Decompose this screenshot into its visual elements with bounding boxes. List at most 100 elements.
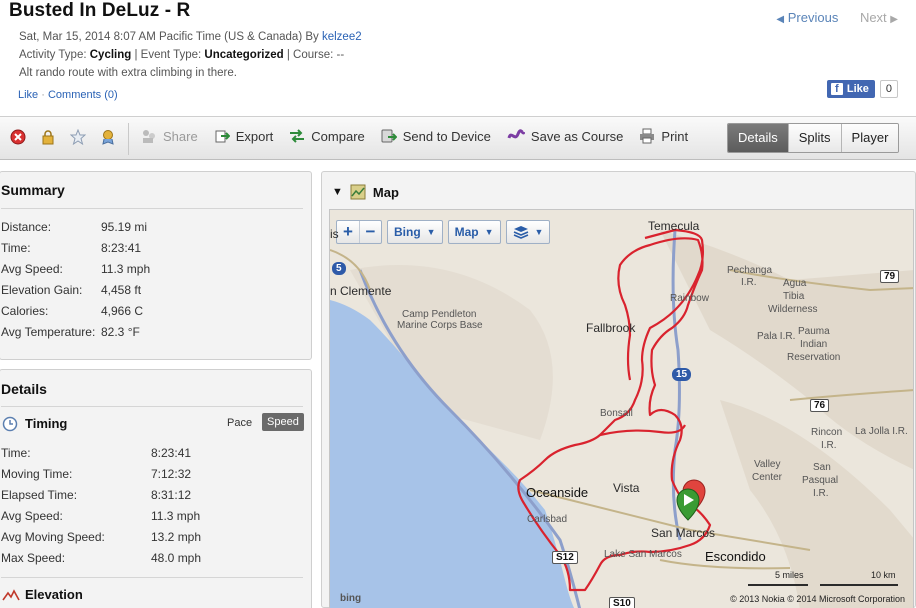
date-line: Sat, Mar 15, 2014 8:07 AM Pacific Time (… bbox=[19, 31, 362, 43]
previous-link[interactable]: ◀ Previous bbox=[776, 10, 842, 25]
summary-row: Calories: 4,966 C bbox=[0, 300, 311, 321]
share-icon bbox=[143, 130, 155, 143]
map-icon bbox=[350, 184, 366, 200]
map-type-dropdown[interactable]: Map ▼ bbox=[447, 220, 501, 244]
summary-value: 95.19 mi bbox=[101, 220, 148, 234]
map-label: Bonsall bbox=[600, 408, 633, 419]
summary-panel: Summary Distance: 95.19 mi Time: 8:23:41 A… bbox=[0, 171, 312, 360]
map-label: Oceanside bbox=[526, 485, 589, 500]
date-text: Sat, Mar 15, 2014 8:07 AM Pacific Time (… bbox=[19, 31, 319, 43]
map-label: Lake San Marcos bbox=[604, 549, 682, 560]
layers-icon bbox=[513, 226, 528, 239]
comments-link[interactable]: Comments (0) bbox=[48, 89, 118, 101]
zoom-control: + − bbox=[336, 220, 382, 244]
speed-toggle[interactable]: Speed bbox=[262, 413, 304, 431]
delete-icon[interactable] bbox=[10, 129, 26, 145]
facebook-like-button[interactable]: f Like bbox=[826, 80, 875, 98]
zoom-in-button[interactable]: + bbox=[337, 221, 359, 243]
tab-splits[interactable]: Splits bbox=[787, 124, 841, 152]
map-label: Marine Corps Base bbox=[397, 320, 483, 331]
send-to-device-button[interactable]: Send to Device bbox=[381, 128, 491, 144]
summary-title: Summary bbox=[1, 182, 65, 198]
summary-row: Distance: 95.19 mi bbox=[0, 216, 311, 237]
social-links: Like · Comments (0) bbox=[18, 89, 118, 101]
timing-row: Max Speed: 48.0 mph bbox=[0, 547, 311, 568]
tab-player[interactable]: Player bbox=[840, 124, 899, 152]
elevation-header: Elevation bbox=[0, 578, 311, 608]
timing-row: Avg Speed: 11.3 mph bbox=[0, 505, 311, 526]
star-icon[interactable] bbox=[70, 129, 86, 145]
scale-miles: 5 miles bbox=[775, 570, 804, 580]
author-link[interactable]: kelzee2 bbox=[322, 31, 362, 43]
event-type-value[interactable]: Uncategorized bbox=[204, 49, 283, 61]
map-label: Rincon bbox=[811, 427, 843, 438]
map-controls: + − Bing ▼ Map ▼ ▼ bbox=[336, 220, 551, 244]
collapse-triangle-icon[interactable]: ▼ bbox=[332, 186, 343, 198]
summary-value: 4,458 ft bbox=[101, 283, 142, 297]
toolbar-divider bbox=[128, 123, 129, 155]
export-label: Export bbox=[235, 128, 274, 144]
page-title: Busted In DeLuz - R bbox=[9, 0, 191, 21]
map-label: Fallbrook bbox=[586, 321, 636, 335]
map-label: Camp Pendleton bbox=[402, 309, 477, 320]
clock-icon bbox=[2, 416, 18, 432]
summary-label: Avg Temperature: bbox=[1, 325, 96, 339]
print-label: Print bbox=[661, 128, 689, 144]
activity-type-label: Activity Type: bbox=[19, 49, 87, 61]
timing-label: Max Speed: bbox=[1, 551, 66, 565]
export-button[interactable]: Export bbox=[214, 128, 274, 144]
timing-value: 8:23:41 bbox=[151, 446, 192, 460]
timing-value: 48.0 mph bbox=[151, 551, 202, 565]
badge-icon[interactable] bbox=[100, 129, 116, 145]
map-label: San bbox=[813, 462, 831, 473]
map-label: Temecula bbox=[648, 219, 700, 233]
timing-row: Elapsed Time: 8:31:12 bbox=[0, 484, 311, 505]
elevation-title: Elevation bbox=[25, 587, 83, 602]
print-icon bbox=[640, 128, 655, 144]
map-label: Reservation bbox=[787, 352, 841, 363]
chevron-down-icon: ▼ bbox=[426, 227, 436, 237]
map-copyright: © 2013 Nokia © 2014 Microsoft Corporatio… bbox=[730, 594, 905, 604]
map-label: Pauma bbox=[798, 326, 830, 337]
description: Alt rando route with extra climbing in t… bbox=[19, 67, 237, 79]
interstate-shield: 5 bbox=[332, 262, 346, 275]
timing-row: Avg Moving Speed: 13.2 mph bbox=[0, 526, 311, 547]
timing-label: Avg Speed: bbox=[1, 509, 63, 523]
map-label: San Marcos bbox=[651, 526, 716, 540]
map-label: Escondido bbox=[705, 549, 766, 564]
activity-header: Busted In DeLuz - R Sat, Mar 15, 2014 8:… bbox=[0, 0, 916, 112]
lock-icon[interactable] bbox=[40, 129, 56, 145]
summary-value: 4,966 C bbox=[101, 304, 144, 318]
map-label: Vista bbox=[613, 481, 640, 495]
map-source-dropdown[interactable]: Bing ▼ bbox=[387, 220, 443, 244]
timing-value: 13.2 mph bbox=[151, 530, 202, 544]
tab-details[interactable]: Details bbox=[728, 124, 788, 152]
timing-value: 7:12:32 bbox=[151, 467, 192, 481]
activity-type-value[interactable]: Cycling bbox=[90, 49, 132, 61]
next-link[interactable]: Next ▶ bbox=[860, 10, 898, 25]
map-label: Center bbox=[752, 472, 783, 483]
share-button[interactable]: Share bbox=[141, 128, 198, 144]
map-label: Indian bbox=[800, 339, 828, 350]
timing-value: 11.3 mph bbox=[151, 509, 201, 523]
zoom-out-button[interactable]: − bbox=[359, 221, 381, 243]
timing-label: Elapsed Time: bbox=[1, 488, 78, 502]
map-label: Pala I.R. bbox=[757, 331, 796, 342]
save-as-course-button[interactable]: Save as Course bbox=[507, 128, 623, 144]
map-label: Pasqual bbox=[802, 475, 839, 486]
print-button[interactable]: Print bbox=[639, 128, 688, 144]
compare-button[interactable]: Compare bbox=[289, 128, 365, 144]
course-label: | Course: -- bbox=[286, 49, 345, 61]
like-link[interactable]: Like bbox=[18, 89, 38, 101]
summary-value: 8:23:41 bbox=[101, 241, 142, 255]
route-map[interactable]: + − Bing ▼ Map ▼ ▼ is Temecula n Clement… bbox=[329, 209, 914, 608]
map-label: Rainbow bbox=[670, 293, 709, 304]
facebook-like-count: 0 bbox=[879, 80, 898, 98]
pace-toggle[interactable]: Pace bbox=[227, 417, 252, 429]
map-header: ▼ Map bbox=[332, 184, 399, 200]
summary-value: 82.3 °F bbox=[101, 325, 140, 339]
activity-type-line: Activity Type: Cycling | Event Type: Unc… bbox=[19, 49, 344, 61]
summary-label: Time: bbox=[1, 241, 31, 255]
map-layers-dropdown[interactable]: ▼ bbox=[505, 220, 551, 244]
route-shield: 79 bbox=[880, 270, 900, 283]
